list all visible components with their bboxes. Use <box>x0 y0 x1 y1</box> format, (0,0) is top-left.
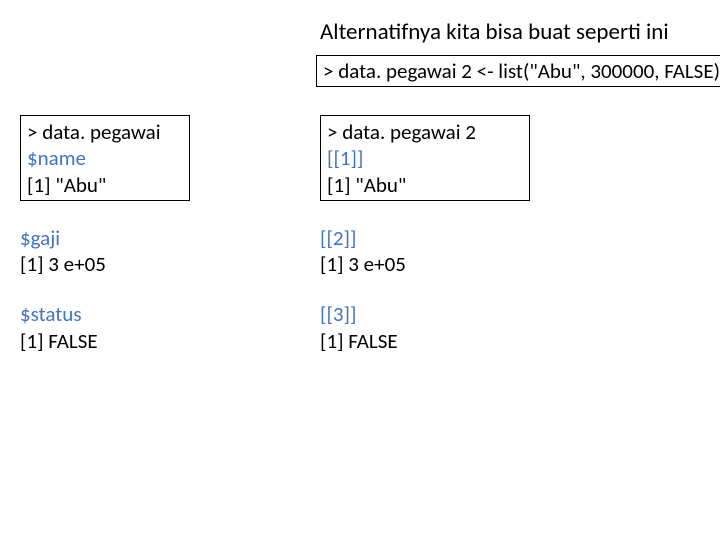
right-b2-l2: [1] 3 e+05 <box>320 251 580 277</box>
right-block-3: [[3]] [1] FALSE <box>320 301 580 354</box>
right-b2-l1: [[2]] <box>320 225 580 251</box>
right-column: > data. pegawai 2 [[1]] [1] "Abu" [[2]] … <box>320 115 580 354</box>
left-box-line1: > data. pegawai <box>27 119 183 145</box>
right-b3-l1: [[3]] <box>320 301 580 327</box>
left-block-2: $gaji [1] 3 e+05 <box>20 225 280 278</box>
right-box-line1: > data. pegawai 2 <box>327 119 523 145</box>
right-box-line3: [1] "Abu" <box>327 172 523 198</box>
left-box-line2: $name <box>27 145 183 171</box>
left-b2-l2: [1] 3 e+05 <box>20 251 280 277</box>
left-b3-l1: $status <box>20 301 280 327</box>
left-block-3: $status [1] FALSE <box>20 301 280 354</box>
left-b3-l2: [1] FALSE <box>20 328 280 354</box>
right-output-box: > data. pegawai 2 [[1]] [1] "Abu" <box>320 115 530 201</box>
right-b3-l2: [1] FALSE <box>320 328 580 354</box>
code-assignment-box: > data. pegawai 2 <- list("Abu", 300000,… <box>316 55 720 87</box>
right-box-line2: [[1]] <box>327 145 523 171</box>
left-output-box: > data. pegawai $name [1] "Abu" <box>20 115 190 201</box>
left-b2-l1: $gaji <box>20 225 280 251</box>
slide-heading: Alternatifnya kita bisa buat seperti ini <box>320 18 669 46</box>
left-box-line3: [1] "Abu" <box>27 172 183 198</box>
right-block-2: [[2]] [1] 3 e+05 <box>320 225 580 278</box>
left-column: > data. pegawai $name [1] "Abu" $gaji [1… <box>20 115 280 354</box>
